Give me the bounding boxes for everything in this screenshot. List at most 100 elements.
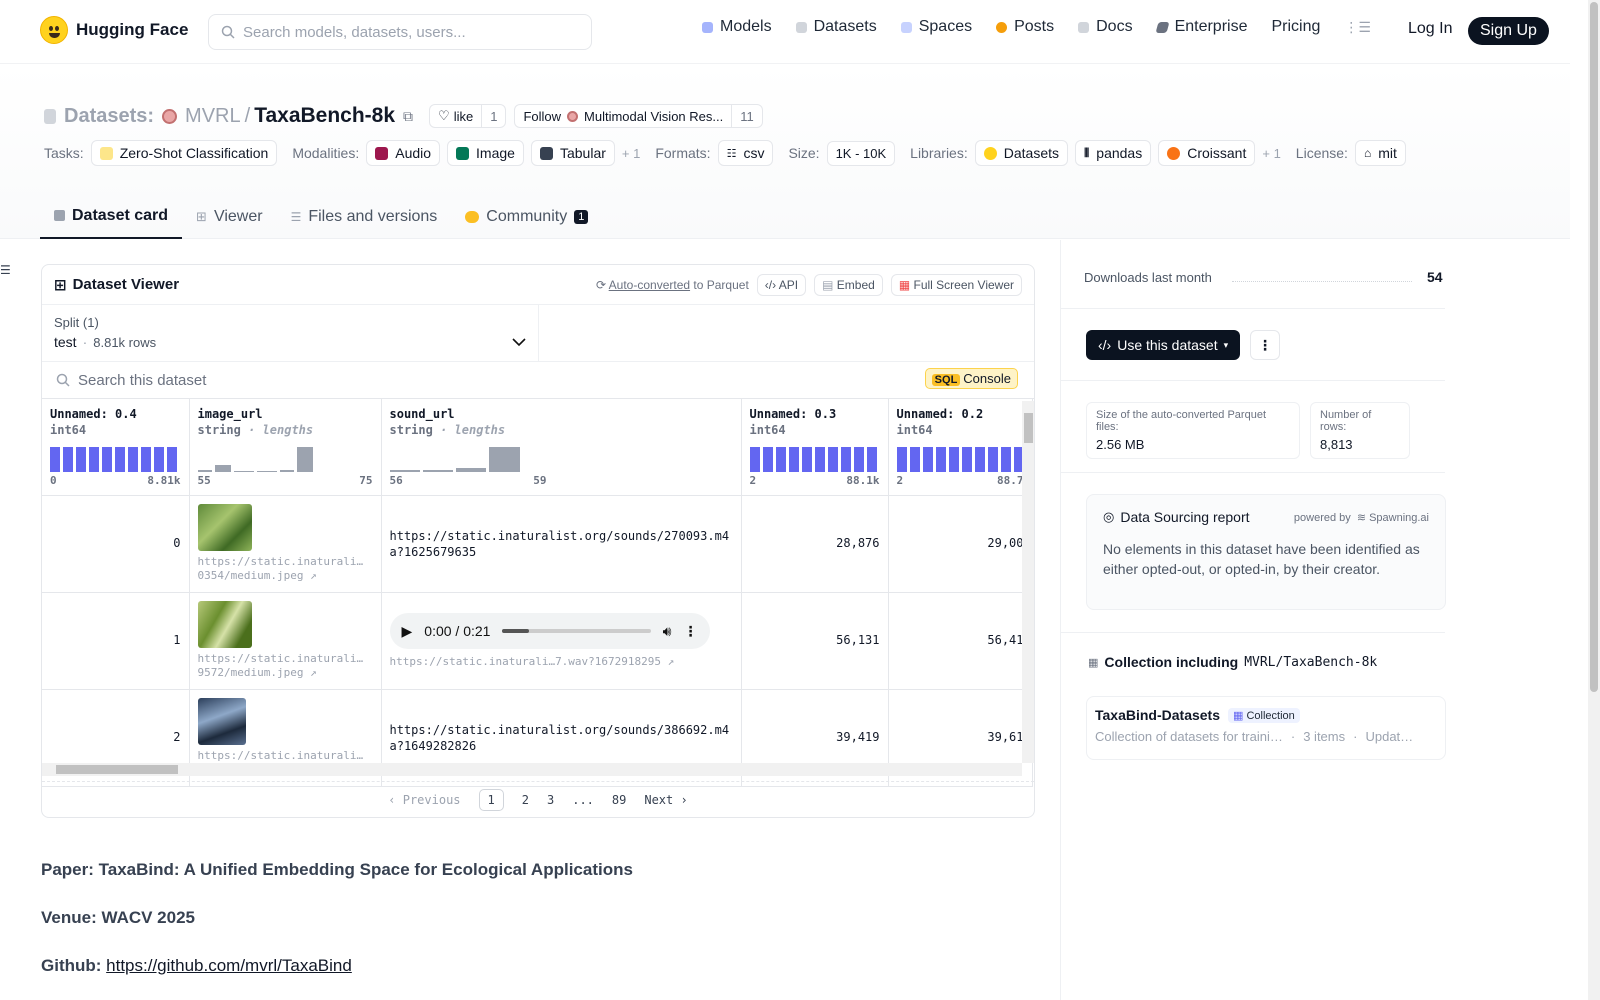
nav-enterprise[interactable]: Enterprise bbox=[1155, 18, 1247, 36]
column-histogram[interactable] bbox=[896, 445, 1024, 472]
audio-progress[interactable] bbox=[502, 629, 651, 633]
column-histogram[interactable] bbox=[749, 445, 880, 472]
nav-docs[interactable]: Docs bbox=[1078, 18, 1133, 36]
auto-converted-note: ⟳ Auto-converted to Parquet bbox=[595, 277, 749, 292]
audio-player[interactable]: ▶ 0:00 / 0:21 🔊︎ ⋮ bbox=[389, 613, 710, 649]
github-link[interactable]: https://github.com/mvrl/TaxaBind bbox=[106, 956, 352, 975]
global-search-input[interactable]: Search models, datasets, users... bbox=[208, 14, 592, 50]
use-dataset-button[interactable]: ‹/› Use this dataset ▾ bbox=[1086, 330, 1241, 360]
tab-viewer[interactable]: ⊞ Viewer bbox=[182, 194, 277, 239]
tab-files[interactable]: ☰ Files and versions bbox=[277, 194, 452, 239]
tag-csv[interactable]: ☷ csv bbox=[717, 140, 774, 166]
sql-console-button[interactable]: SQL Console bbox=[924, 368, 1018, 389]
license-label: License: bbox=[1295, 145, 1348, 161]
sidebar-toggle-icon[interactable]: ☰ bbox=[0, 263, 11, 277]
tab-dataset-card[interactable]: Dataset card bbox=[40, 194, 183, 239]
split-selector[interactable]: Split (1) test · 8.81k rows bbox=[42, 305, 539, 362]
page-scrollbar[interactable] bbox=[1588, 0, 1600, 1000]
spawning-link[interactable]: Spawning.ai bbox=[1369, 512, 1429, 524]
column-histogram[interactable] bbox=[50, 445, 181, 472]
repo-tabs: Dataset card ⊞ Viewer ☰ Files and versions… bbox=[40, 194, 602, 239]
tag-row: Tasks: Zero-Shot Classification Modaliti… bbox=[44, 140, 1406, 166]
full-screen-button[interactable]: ▦ Full Screen Viewer bbox=[890, 273, 1022, 296]
tag-license[interactable]: ⌂ mit bbox=[1354, 140, 1406, 166]
column-histogram[interactable] bbox=[389, 445, 733, 472]
modalities-more[interactable]: + 1 bbox=[622, 146, 640, 161]
table-row[interactable]: 0 https://static.inaturali… 0354/medium.… bbox=[42, 495, 1033, 593]
more-actions-button[interactable]: ⋮ bbox=[1250, 330, 1280, 360]
tag-tabular[interactable]: Tabular bbox=[530, 140, 615, 166]
tag-image[interactable]: Image bbox=[447, 140, 524, 166]
login-button[interactable]: Log In bbox=[1408, 20, 1452, 38]
libraries-more[interactable]: + 1 bbox=[1262, 146, 1280, 161]
play-icon[interactable]: ▶ bbox=[402, 623, 413, 640]
tag-size[interactable]: 1K - 10K bbox=[826, 140, 896, 166]
table-row[interactable]: 1 https://static.inaturali… 9572/medium.… bbox=[42, 592, 1033, 690]
embed-button[interactable]: ▤ Embed bbox=[814, 273, 883, 296]
volume-icon[interactable]: 🔊︎ bbox=[663, 623, 672, 640]
page-89-button[interactable]: 89 bbox=[612, 793, 626, 807]
dataset-search-input[interactable]: Search this dataset SQL Console bbox=[42, 362, 1034, 399]
signup-button[interactable]: Sign Up bbox=[1468, 17, 1549, 45]
column-header[interactable]: image_url string · lengths 55 75 bbox=[189, 399, 382, 496]
next-page-button[interactable]: Next › bbox=[644, 793, 687, 807]
tag-pandas[interactable]: ⦀ pandas bbox=[1075, 140, 1152, 166]
hugging-face-logo-icon bbox=[40, 16, 68, 44]
tag-croissant[interactable]: Croissant bbox=[1158, 140, 1256, 166]
more-options-icon[interactable]: ⋮ bbox=[684, 623, 698, 640]
column-header[interactable]: Unnamed: 0.4 int64 0 8.81k bbox=[42, 399, 190, 496]
page-3-button[interactable]: 3 bbox=[547, 793, 554, 807]
search-placeholder: Search models, datasets, users... bbox=[243, 23, 466, 41]
previous-page-button[interactable]: ‹ Previous bbox=[388, 793, 460, 807]
spawning-logo-icon: ≋ bbox=[1356, 511, 1367, 524]
follow-button[interactable]: Follow Multimodal Vision Res... 11 bbox=[514, 104, 763, 128]
full-screen-icon: ▦ bbox=[898, 277, 914, 292]
nav-spaces[interactable]: Spaces bbox=[900, 18, 972, 36]
audio-icon bbox=[375, 146, 389, 160]
collection-icon: ▦ bbox=[1088, 656, 1099, 669]
community-icon bbox=[465, 210, 480, 223]
column-header[interactable]: Unnamed: 0.3 int64 2 88.1k bbox=[741, 399, 889, 496]
pagination: ‹ Previous 1 2 3 ... 89 Next › bbox=[42, 781, 1034, 817]
viewer-title: ⊞ Dataset Viewer bbox=[54, 276, 180, 294]
dataset-viewer: ⊞ Dataset Viewer ⟳ Auto-converted to Parq… bbox=[41, 264, 1035, 818]
tag-task[interactable]: Zero-Shot Classification bbox=[90, 140, 278, 166]
database-icon bbox=[44, 108, 56, 124]
bank-icon: ⌂ bbox=[1363, 146, 1372, 160]
nav-pricing[interactable]: Pricing bbox=[1271, 18, 1320, 36]
column-header[interactable]: sound_url string · lengths 56 59 bbox=[381, 399, 742, 496]
brand-logo[interactable]: Hugging Face bbox=[40, 16, 188, 44]
tab-community[interactable]: Community 1 bbox=[451, 194, 602, 239]
image-thumbnail[interactable] bbox=[197, 601, 252, 648]
api-button[interactable]: ‹/› API bbox=[756, 273, 807, 296]
image-thumbnail[interactable] bbox=[197, 504, 252, 551]
search-icon bbox=[56, 373, 70, 387]
org-link[interactable]: MVRL bbox=[185, 105, 241, 128]
tag-audio[interactable]: Audio bbox=[366, 140, 441, 166]
nav-models[interactable]: Models bbox=[702, 18, 772, 36]
downloads-label: Downloads last month bbox=[1084, 270, 1212, 285]
more-menu-icon[interactable]: ⋮☰ bbox=[1344, 19, 1371, 36]
nav-datasets[interactable]: Datasets bbox=[795, 18, 877, 36]
tasks-label: Tasks: bbox=[44, 145, 84, 161]
nav-posts[interactable]: Posts bbox=[996, 18, 1054, 36]
libraries-label: Libraries: bbox=[910, 145, 968, 161]
column-histogram[interactable] bbox=[197, 445, 373, 472]
venue-line: Venue: WACV 2025 bbox=[41, 908, 196, 927]
collection-card[interactable]: TaxaBind-Datasets ▦ Collection Collectio… bbox=[1086, 696, 1446, 760]
copy-icon[interactable]: ⧉ bbox=[403, 108, 413, 125]
chevron-down-icon: ▾ bbox=[1223, 339, 1229, 350]
size-label: Size: bbox=[788, 145, 820, 161]
image-thumbnail[interactable] bbox=[197, 698, 246, 745]
audio-time: 0:00 / 0:21 bbox=[424, 623, 491, 639]
table-vertical-scrollbar[interactable] bbox=[1022, 401, 1034, 763]
brand-name: Hugging Face bbox=[76, 20, 189, 39]
page-2-button[interactable]: 2 bbox=[522, 793, 529, 807]
page-1-button[interactable]: 1 bbox=[478, 788, 504, 811]
tag-datasets-lib[interactable]: Datasets bbox=[974, 140, 1068, 166]
database-icon bbox=[795, 21, 807, 33]
cube-icon bbox=[702, 21, 713, 33]
like-button[interactable]: ♡ like 1 bbox=[429, 104, 507, 128]
table-horizontal-scrollbar[interactable] bbox=[42, 763, 1022, 776]
column-header[interactable]: Unnamed: 0.2 int64 2 88.7 bbox=[888, 399, 1033, 496]
